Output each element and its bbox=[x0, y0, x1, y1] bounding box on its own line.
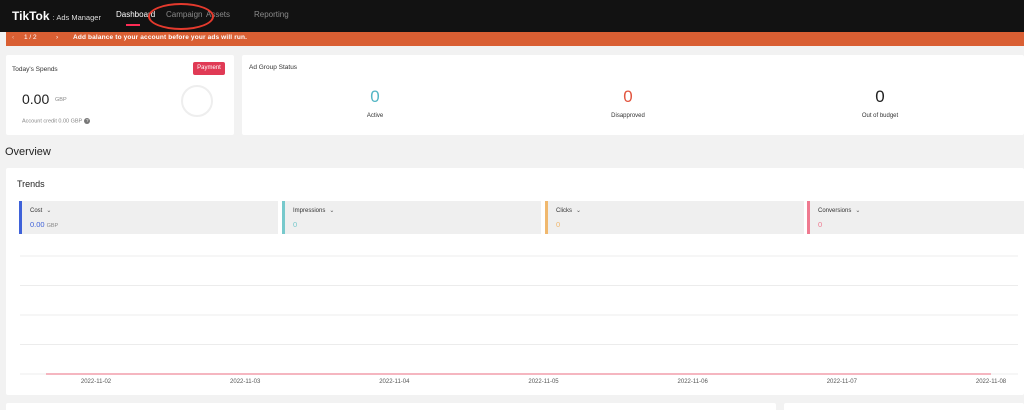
logo-text: TikTok bbox=[12, 9, 50, 23]
tiktok-logo[interactable]: TikTok: Ads Manager bbox=[12, 9, 101, 23]
overview-heading: Overview bbox=[5, 146, 51, 158]
trends-line-chart: 2022-11-02 2022-11-03 2022-11-04 2022-11-05… bbox=[20, 255, 1018, 385]
metric-cost-label: Cost bbox=[30, 208, 43, 214]
help-icon[interactable]: ? bbox=[84, 118, 91, 124]
metric-impressions-value: 0 bbox=[293, 220, 298, 229]
account-credit-text: Account credit 0.00 GBP bbox=[22, 118, 83, 125]
status-active-value: 0 bbox=[370, 87, 380, 106]
status-out-of-budget-label: Out of budget bbox=[861, 113, 899, 119]
metric-conversions-value: 0 bbox=[818, 220, 823, 229]
spend-donut-chart bbox=[181, 85, 213, 117]
chevron-down-icon[interactable]: ⌄ bbox=[576, 208, 581, 214]
status-disapproved-value: 0 bbox=[623, 87, 633, 106]
nav-reporting[interactable]: Reporting bbox=[254, 10, 289, 19]
banner-pager: 1 / 2 bbox=[24, 34, 37, 41]
payment-button[interactable]: Payment bbox=[193, 62, 225, 75]
spends-title: Today's Spends bbox=[12, 66, 58, 73]
bottom-card-left bbox=[6, 403, 776, 410]
trends-card: Trends Cost ⌄ 0.00 GBP Impressions ⌄ 0 Clic… bbox=[6, 168, 1024, 395]
spend-value: 0.00 bbox=[22, 91, 50, 107]
metric-cost-value: 0.00 bbox=[30, 220, 45, 229]
status-disapproved[interactable]: 0 Disapproved bbox=[568, 87, 688, 119]
x-tick-label: 2022-11-04 bbox=[379, 379, 410, 385]
account-credit: Account credit 0.00 GBP? bbox=[22, 118, 91, 125]
top-nav-bar: TikTok: Ads Manager Dashboard Campaign A… bbox=[0, 0, 1024, 32]
status-active[interactable]: 0 Active bbox=[315, 87, 435, 119]
metric-clicks-value: 0 bbox=[556, 220, 561, 229]
metric-conversions-label: Conversions bbox=[818, 208, 852, 214]
status-out-of-budget[interactable]: 0 Out of budget bbox=[820, 87, 940, 119]
notification-banner: ‹ 1 / 2 › Add balance to your account be… bbox=[6, 32, 1024, 46]
chevron-down-icon[interactable]: ⌄ bbox=[329, 208, 334, 214]
metric-impressions[interactable]: Impressions ⌄ 0 bbox=[282, 201, 541, 234]
metric-impressions-label: Impressions bbox=[293, 208, 326, 214]
trends-title: Trends bbox=[17, 179, 45, 189]
banner-prev-button[interactable]: ‹ bbox=[12, 34, 14, 41]
metric-clicks[interactable]: Clicks ⌄ 0 bbox=[545, 201, 804, 234]
nav-active-indicator bbox=[126, 24, 140, 26]
x-tick-label: 2022-11-08 bbox=[976, 379, 1007, 385]
ad-group-status-card: Ad Group Status 0 Active 0 Disapproved 0… bbox=[242, 55, 1024, 135]
status-disapproved-label: Disapproved bbox=[611, 113, 645, 119]
banner-message: Add balance to your account before your … bbox=[73, 34, 248, 41]
status-active-label: Active bbox=[366, 113, 384, 119]
banner-next-button[interactable]: › bbox=[56, 34, 58, 41]
metric-conversions[interactable]: Conversions ⌄ 0 bbox=[807, 201, 1024, 234]
metric-clicks-label: Clicks bbox=[556, 208, 572, 214]
chevron-down-icon[interactable]: ⌄ bbox=[46, 208, 51, 214]
spend-currency: GBP bbox=[55, 97, 67, 103]
x-tick-label: 2022-11-05 bbox=[528, 379, 559, 385]
chevron-down-icon[interactable]: ⌄ bbox=[855, 208, 860, 214]
logo-subtitle: : Ads Manager bbox=[52, 13, 101, 22]
x-tick-label: 2022-11-06 bbox=[678, 379, 709, 385]
metric-cost-currency: GBP bbox=[46, 223, 59, 229]
bottom-card-right bbox=[784, 403, 1024, 410]
x-tick-label: 2022-11-02 bbox=[81, 379, 112, 385]
status-out-of-budget-value: 0 bbox=[875, 87, 885, 106]
metric-cost[interactable]: Cost ⌄ 0.00 GBP bbox=[19, 201, 278, 234]
x-tick-label: 2022-11-07 bbox=[827, 379, 858, 385]
annotation-circle bbox=[148, 3, 214, 30]
ad-group-status-title: Ad Group Status bbox=[249, 64, 298, 71]
x-tick-label: 2022-11-03 bbox=[230, 379, 261, 385]
todays-spends-card: Today's Spends Payment 0.00 GBP Account … bbox=[6, 55, 234, 135]
